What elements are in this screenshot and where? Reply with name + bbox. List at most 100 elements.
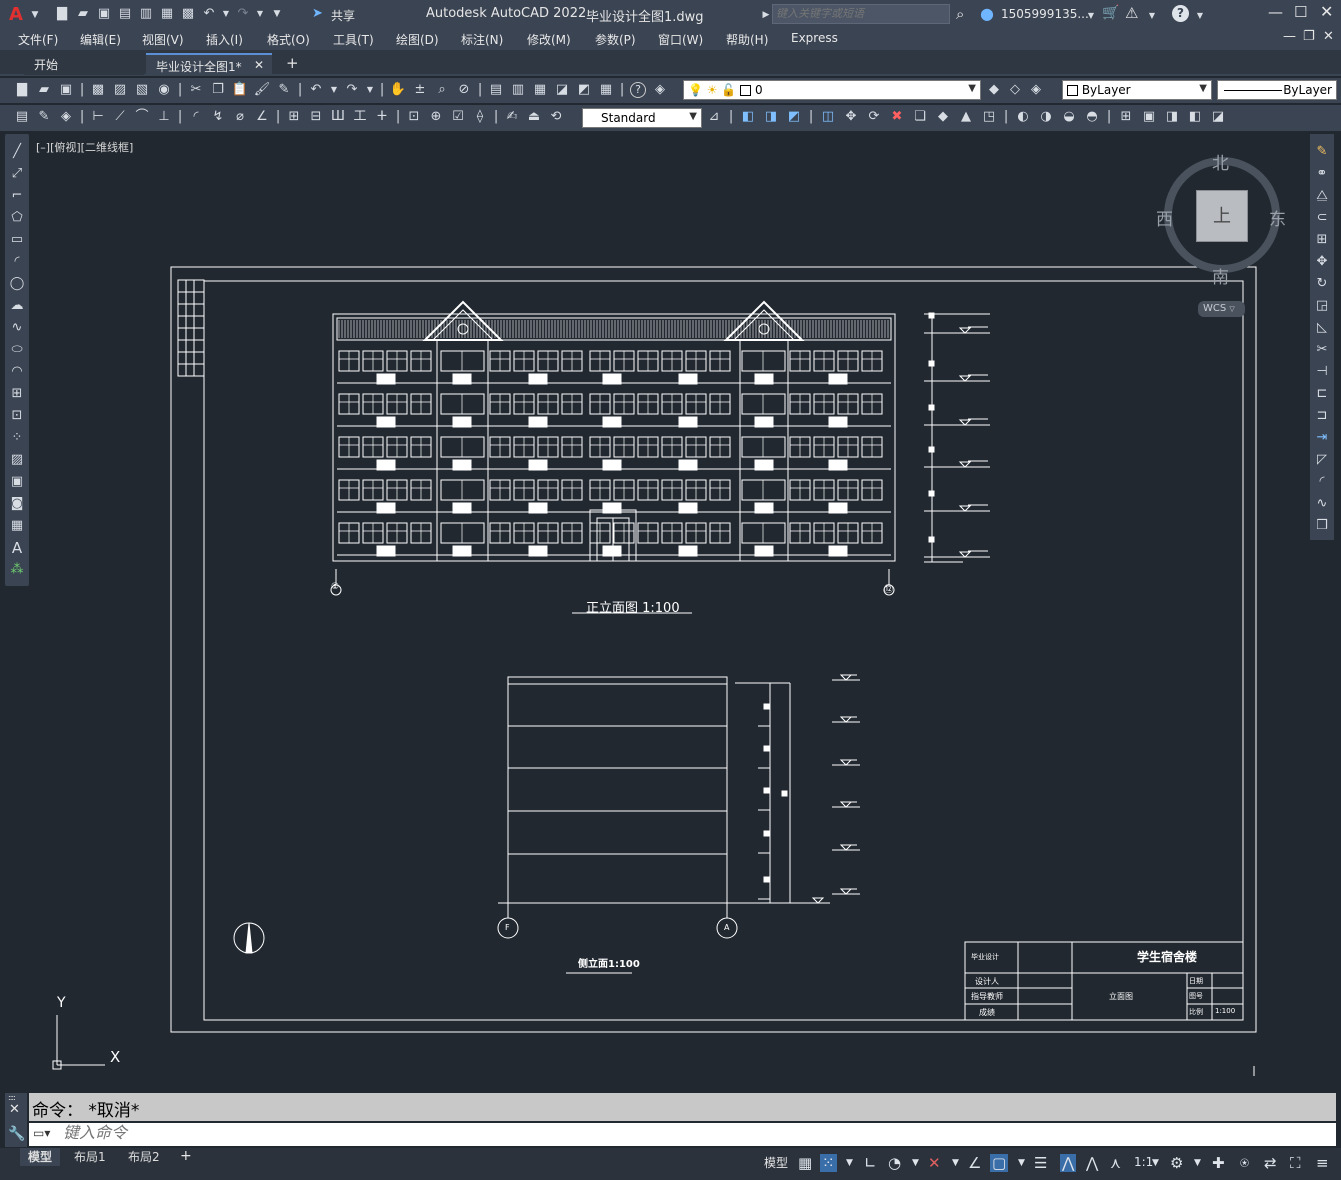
copy-faces-icon[interactable]: ❏: [912, 109, 928, 125]
3d-print-icon[interactable]: ◉: [156, 82, 172, 98]
quick-properties-icon[interactable]: ⇄: [1264, 1154, 1277, 1172]
join-icon[interactable]: ⇥: [1314, 430, 1330, 446]
3d-subtract-icon[interactable]: ◩: [786, 109, 802, 125]
move-icon[interactable]: ✥: [1314, 254, 1330, 270]
dim-radius-icon[interactable]: ◜: [188, 109, 204, 125]
app-menu-arrow-icon[interactable]: ▼: [27, 7, 43, 23]
undo-tb-dropdown-icon[interactable]: ▼: [330, 82, 338, 98]
plot-icon[interactable]: ▩: [180, 6, 196, 22]
spline-icon[interactable]: ∿: [9, 320, 25, 336]
trim-icon[interactable]: ✂: [1314, 342, 1330, 358]
tolerance-icon[interactable]: ⊡: [406, 109, 422, 125]
dim-ordinate-icon[interactable]: ⊥: [156, 109, 172, 125]
drawing-utilities-icon[interactable]: ▤: [14, 109, 30, 125]
iso-dropdown-icon[interactable]: ▼: [952, 1158, 959, 1168]
workspace-gear-icon[interactable]: ⚙: [1170, 1154, 1183, 1172]
pan-icon[interactable]: ✋: [390, 82, 406, 98]
stretch-icon[interactable]: ◺: [1314, 320, 1330, 336]
layer-states-icon[interactable]: ◈: [1028, 82, 1044, 98]
lineweight-icon[interactable]: ☰: [1034, 1154, 1047, 1172]
save-as-icon[interactable]: ▤: [117, 6, 133, 22]
shell-icon[interactable]: ◑: [1038, 109, 1054, 125]
3d-array-icon[interactable]: ▣: [1141, 109, 1157, 125]
undo-tb-icon[interactable]: ↶: [308, 82, 324, 98]
customization-menu-icon[interactable]: ≡: [1316, 1154, 1329, 1172]
doc-close-icon[interactable]: ✕: [1323, 29, 1334, 44]
help-dropdown-icon[interactable]: ▼: [1192, 8, 1208, 24]
layout-tab-model[interactable]: 模型: [20, 1148, 61, 1166]
doc-restore-icon[interactable]: ❐: [1303, 29, 1315, 44]
auto-scale-icon[interactable]: ⋀: [1086, 1154, 1098, 1172]
dim-linear-icon[interactable]: ⊢: [90, 109, 106, 125]
table-icon[interactable]: ▦: [9, 518, 25, 534]
imprint-icon[interactable]: ◒: [1061, 109, 1077, 125]
layer-previous-icon[interactable]: ◇: [1007, 82, 1023, 98]
break-icon[interactable]: ⊐: [1314, 408, 1330, 424]
menu-parametric[interactable]: 参数(P): [595, 31, 636, 48]
clean-screen-icon[interactable]: ⛶: [1290, 1154, 1301, 1172]
autodesk-app-icon[interactable]: ⚠: [1125, 4, 1138, 22]
revision-cloud-icon[interactable]: ☁: [9, 298, 25, 314]
zoom-previous-icon[interactable]: ⊘: [456, 82, 472, 98]
layer-dropdown[interactable]: 💡 ☀ 🔓 0 ▼: [683, 80, 981, 100]
polygon-icon[interactable]: ⬠: [9, 210, 25, 226]
drawing-viewport[interactable]: [–][俯视][二维线框] ① ⑫ 正立面图 1:100 F A 侧立面1:10…: [34, 133, 1306, 1087]
arc-icon[interactable]: ◜: [9, 254, 25, 270]
search-input[interactable]: [772, 4, 950, 24]
save-tb-icon[interactable]: ▣: [58, 82, 74, 98]
design-center-icon[interactable]: ▥: [510, 82, 526, 98]
ellipse-icon[interactable]: ⬭: [9, 342, 25, 358]
annotation-visibility-icon[interactable]: ⋀: [1060, 1154, 1077, 1172]
offset-faces-icon[interactable]: ◳: [981, 109, 997, 125]
command-line-handle[interactable]: :::: ✕ 🔧: [5, 1093, 27, 1147]
zoom-realtime-icon[interactable]: ±: [412, 82, 428, 98]
dim-style-manager-icon[interactable]: ⊿: [706, 109, 722, 125]
menu-modify[interactable]: 修改(M): [527, 31, 571, 48]
new-tab-button[interactable]: +: [286, 54, 299, 72]
cut-icon[interactable]: ✂: [188, 82, 204, 98]
3d-box-icon[interactable]: ◧: [740, 109, 756, 125]
open-icon[interactable]: ▰: [36, 82, 52, 98]
dim-space-icon[interactable]: 工: [352, 109, 368, 125]
paste-icon[interactable]: 📋: [232, 82, 248, 98]
redo-tb-dropdown-icon[interactable]: ▼: [366, 82, 374, 98]
zoom-window-icon[interactable]: ⌕: [434, 82, 450, 98]
cart-icon[interactable]: 🛒: [1102, 5, 1119, 21]
mtext-icon[interactable]: A: [9, 540, 25, 556]
viewcube-east[interactable]: 东: [1269, 205, 1286, 230]
tool-palettes-icon[interactable]: ▦: [532, 82, 548, 98]
color-dropdown[interactable]: ByLayer ▼: [1062, 80, 1212, 100]
markup-icon[interactable]: ◩: [576, 82, 592, 98]
print-icon[interactable]: ▩: [90, 82, 106, 98]
undo-dropdown-icon[interactable]: ▼: [222, 6, 230, 22]
units-icon[interactable]: ⍟: [1240, 1154, 1249, 1172]
viewcube-north[interactable]: 北: [1212, 149, 1229, 174]
viewcube[interactable]: 上: [1164, 157, 1280, 273]
redo-dropdown-icon[interactable]: ▼: [256, 6, 264, 22]
minimize-icon[interactable]: —: [1268, 3, 1283, 21]
command-prompt-icon[interactable]: ▭▾: [33, 1126, 50, 1140]
inspection-icon[interactable]: ☑: [450, 109, 466, 125]
dim-jogged-icon[interactable]: ↯: [210, 109, 226, 125]
scale-icon[interactable]: ◲: [1314, 298, 1330, 314]
user-name[interactable]: 1505999135...: [1001, 7, 1089, 21]
dim-text-edit-icon[interactable]: ⏏: [526, 109, 542, 125]
new-layout-button[interactable]: +: [180, 1148, 192, 1164]
snap-dropdown-icon[interactable]: ▼: [846, 1158, 853, 1168]
move-3d-icon[interactable]: ✥: [843, 109, 859, 125]
fillet-icon[interactable]: ◜: [1314, 474, 1330, 490]
break-at-point-icon[interactable]: ⊏: [1314, 386, 1330, 402]
grip-icon[interactable]: ::::: [8, 1093, 16, 1102]
erase-faces-icon[interactable]: ✖: [889, 109, 905, 125]
dim-arc-icon[interactable]: ⌒: [134, 109, 150, 125]
extend-icon[interactable]: ⊣: [1314, 364, 1330, 380]
publish-icon[interactable]: ▧: [134, 82, 150, 98]
user-dropdown-icon[interactable]: ▼: [1083, 8, 1099, 24]
dim-diameter-icon[interactable]: ⌀: [232, 109, 248, 125]
3d-union-icon[interactable]: ◨: [763, 109, 779, 125]
annotation-scale-icon[interactable]: ⋏: [1110, 1154, 1121, 1172]
layout-tab-1[interactable]: 布局1: [66, 1148, 114, 1166]
viewcube-top-face[interactable]: 上: [1196, 190, 1248, 242]
color-faces-icon[interactable]: ◆: [935, 109, 951, 125]
dim-aligned-icon[interactable]: ⟋: [112, 109, 128, 125]
